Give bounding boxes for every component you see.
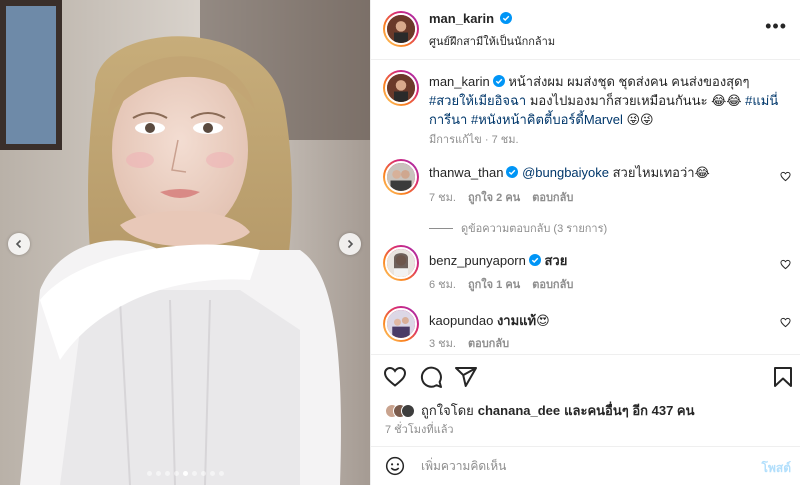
comment-username[interactable]: benz_punyaporn — [429, 253, 526, 268]
comment-meta: 3 ชม. ตอบกลับ — [429, 334, 509, 352]
carousel-dot — [200, 471, 206, 476]
verified-badge-icon — [492, 75, 505, 87]
comment-meta: 6 ชม. ถูกใจ 1 คน ตอบกลับ — [429, 275, 573, 293]
view-replies-button[interactable]: ดูข้อความตอบกลับ (3 รายการ) — [429, 219, 607, 237]
replies-divider — [429, 227, 453, 229]
edited-timestamp: มีการแก้ไข · 7 ชม. — [429, 134, 519, 146]
comment-time: 6 ชม. — [429, 279, 456, 291]
hashtag-link[interactable]: #หนังหน้าคิตตี้บอร์ดี้Marvel — [471, 112, 623, 127]
post-timestamp[interactable]: 7 ชั่วโมงที่แล้ว — [385, 420, 454, 438]
more-options-icon[interactable]: ••• — [765, 16, 787, 37]
post-actions — [371, 354, 800, 398]
mention-link[interactable]: @bungbaiyoke — [522, 165, 609, 180]
comment-body: สวย — [540, 253, 568, 268]
post-location[interactable]: ศูนย์ฝึกสามีให้เป็นนักกล้าม — [429, 32, 555, 50]
comment-time: 3 ชม. — [429, 338, 456, 350]
commenter-avatar[interactable] — [383, 245, 419, 281]
like-comment-heart-icon[interactable] — [780, 171, 791, 182]
comment-username[interactable]: thanwa_than — [429, 165, 503, 180]
caption-text: หน้าส่งผม ผมส่งชุด ชุดส่งคน คนส่งของสุดๆ — [508, 74, 750, 89]
comment-body: สวยไหมเทอว่า😂 — [609, 165, 710, 180]
post-caption: man_karin หน้าส่งผม ผมส่งชุด ชุดส่งคน คน… — [429, 72, 779, 129]
liker-username[interactable]: chanana_dee — [478, 403, 560, 418]
post-photo — [0, 0, 370, 485]
next-slide-button[interactable] — [339, 233, 361, 255]
carousel-dot — [209, 471, 215, 476]
verified-badge-icon — [528, 254, 541, 266]
like-comment-heart-icon[interactable] — [780, 317, 791, 328]
reply-button[interactable]: ตอบกลับ — [532, 188, 573, 206]
heart-icon[interactable] — [383, 365, 407, 389]
like-comment-heart-icon[interactable] — [780, 259, 791, 270]
commenter-avatar[interactable] — [383, 306, 419, 342]
reply-button[interactable]: ตอบกลับ — [468, 334, 509, 352]
verified-badge-icon — [500, 12, 513, 24]
carousel-dot — [182, 471, 188, 476]
previous-slide-button[interactable] — [8, 233, 30, 255]
likes-summary[interactable]: ถูกใจโดย chanana_dee และคนอื่นๆ อีก 437 … — [385, 400, 695, 421]
liker-avatar — [401, 403, 415, 418]
author-avatar[interactable] — [383, 11, 419, 47]
comments-section: man_karin หน้าส่งผม ผมส่งชุด ชุดส่งคน คน… — [371, 60, 800, 354]
comment-input[interactable] — [421, 455, 741, 477]
hashtag-link[interactable]: #สวยให้เมียอิจฉา — [429, 93, 526, 108]
carousel-dot — [164, 471, 170, 476]
comment-text: benz_punyaporn สวย — [429, 251, 779, 270]
view-replies-label: ดูข้อความตอบกลับ (3 รายการ) — [461, 223, 608, 235]
caption-username[interactable]: man_karin — [429, 74, 490, 89]
comment-likes-count[interactable]: ถูกใจ 1 คน — [468, 275, 520, 293]
chevron-left-icon — [15, 239, 22, 249]
bookmark-icon[interactable] — [771, 365, 795, 389]
carousel-dot — [146, 471, 152, 476]
comment-text: thanwa_than @bungbaiyoke สวยไหมเทอว่า😂 — [429, 163, 779, 182]
verified-badge-icon — [506, 166, 519, 178]
likes-others[interactable]: และคนอื่นๆ อีก 437 คน — [564, 400, 694, 421]
author-username[interactable]: man_karin — [429, 11, 494, 26]
caption-meta: มีการแก้ไข · 7 ชม. — [429, 130, 519, 148]
likes-prefix: ถูกใจโดย — [421, 403, 474, 418]
carousel-dot — [155, 471, 161, 476]
comment-time: 7 ชม. — [429, 192, 456, 204]
carousel-dot — [191, 471, 197, 476]
comment-meta: 7 ชม. ถูกใจ 2 คน ตอบกลับ — [429, 188, 573, 206]
emoji-icon[interactable] — [385, 456, 405, 476]
caption-text: 😜😜 — [622, 112, 654, 127]
caption-avatar[interactable] — [383, 70, 419, 106]
comment-text: kaopundao งามแท้😍 — [429, 311, 779, 330]
carousel-dot — [173, 471, 179, 476]
add-comment-bar: โพสต์ — [371, 446, 800, 485]
comment-body: งามแท้😍 — [493, 313, 550, 328]
carousel-dot — [218, 471, 224, 476]
post-header: man_karin ศูนย์ฝึกสามีให้เป็นนักกล้าม ••… — [371, 0, 800, 60]
comment-likes-count[interactable]: ถูกใจ 2 คน — [468, 188, 520, 206]
carousel-indicator — [0, 471, 370, 476]
post-details-panel: man_karin ศูนย์ฝึกสามีให้เป็นนักกล้าม ••… — [370, 0, 800, 485]
post-media[interactable] — [0, 0, 370, 485]
liker-avatars — [385, 403, 415, 418]
comment-username[interactable]: kaopundao — [429, 313, 493, 328]
commenter-avatar[interactable] — [383, 159, 419, 195]
caption-text: มองไปมองมาก็สวยเหมือนกันนะ 😂😂 — [526, 93, 746, 108]
comment-icon[interactable] — [419, 365, 443, 389]
send-icon[interactable] — [454, 365, 478, 389]
post-comment-button[interactable]: โพสต์ — [762, 459, 791, 478]
reply-button[interactable]: ตอบกลับ — [532, 275, 573, 293]
chevron-right-icon — [347, 239, 354, 249]
